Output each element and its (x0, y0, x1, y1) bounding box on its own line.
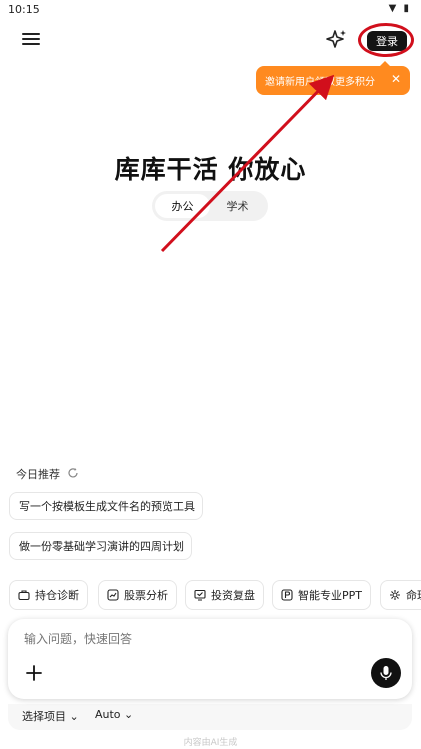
tab-office[interactable]: 办公 (155, 194, 210, 218)
menu-button[interactable] (22, 30, 40, 48)
tool-chip-review[interactable]: 投资复盘 (185, 580, 264, 610)
tab-academic[interactable]: 学术 (210, 194, 265, 218)
composer-options-bar: 选择项目 ⌄ Auto ⌄ (8, 704, 412, 730)
plus-icon[interactable] (25, 664, 43, 682)
chart-icon (107, 589, 119, 601)
wifi-icon: ▼ (388, 3, 399, 14)
tool-chip-holdings[interactable]: 持仓诊断 (9, 580, 88, 610)
sparkle-button[interactable] (326, 28, 348, 50)
tooltip-text: 邀请新用户领取更多积分 (265, 77, 375, 88)
ppt-icon (281, 589, 293, 601)
refresh-icon[interactable] (67, 467, 79, 479)
close-icon[interactable]: ✕ (391, 72, 401, 86)
tool-chip-ppt[interactable]: 智能专业PPT (272, 580, 371, 610)
battery-icon: ▮ (403, 3, 411, 14)
menu-icon (22, 33, 40, 35)
model-select[interactable]: Auto ⌄ (95, 708, 133, 721)
status-icons: ▼ ▮ (389, 3, 411, 14)
suggestion-item[interactable]: 写一个按模板生成文件名的预览工具 (9, 492, 203, 520)
invite-tooltip[interactable]: 邀请新用户领取更多积分 ✕ (256, 61, 410, 95)
status-bar: 10:15 ▼ ▮ (0, 0, 421, 20)
recommend-title: 今日推荐 (16, 468, 60, 481)
mic-button[interactable] (371, 658, 401, 688)
page-title: 库库干活 你放心 (114, 155, 307, 184)
composer (8, 619, 412, 699)
chevron-down-icon: ⌄ (124, 708, 134, 721)
gear-icon (390, 590, 400, 600)
tool-chip-stock[interactable]: 股票分析 (98, 580, 177, 610)
tool-chip-row: 持仓诊断 股票分析 投资复盘 智能专业PPT 命理 (0, 580, 421, 612)
annotation-circle (358, 23, 414, 57)
suggestion-item[interactable]: 做一份零基础学习演讲的四周计划 (9, 532, 192, 560)
mode-toggle: 办公 学术 (152, 191, 268, 221)
question-input[interactable] (22, 629, 346, 649)
review-icon (194, 589, 206, 601)
status-time: 10:15 (8, 3, 40, 16)
chevron-down-icon: ⌄ (69, 710, 79, 723)
ai-disclaimer: 内容由AI生成 (183, 738, 238, 748)
sparkle-icon (326, 30, 346, 48)
tool-chip-fortune[interactable]: 命理 (380, 580, 421, 610)
mic-icon (380, 666, 392, 680)
project-select[interactable]: 选择项目 ⌄ (22, 708, 79, 724)
briefcase-icon (18, 590, 30, 601)
